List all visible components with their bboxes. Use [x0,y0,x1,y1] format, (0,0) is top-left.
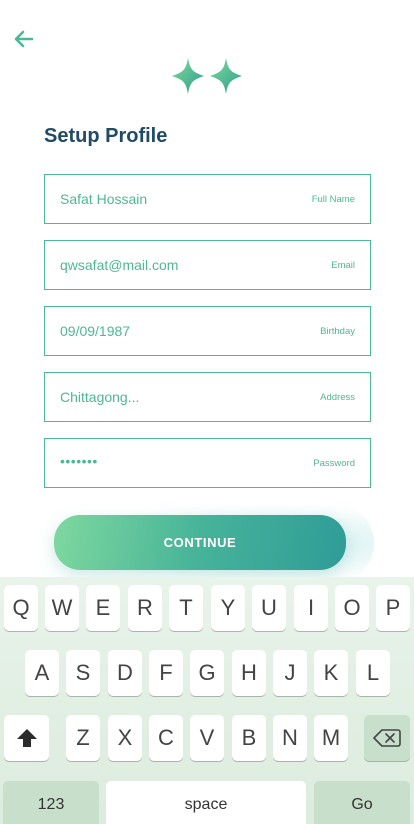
password-field[interactable]: ••••••• Password [44,438,371,488]
key-h[interactable]: H [232,650,266,696]
app-logo [168,57,246,95]
backspace-key[interactable] [364,715,410,761]
key-i[interactable]: I [294,585,328,631]
key-x[interactable]: X [108,715,142,761]
key-g[interactable]: G [190,650,224,696]
key-p[interactable]: P [376,585,410,631]
key-r[interactable]: R [128,585,162,631]
address-field[interactable]: Chittagong... Address [44,372,371,422]
key-k[interactable]: K [314,650,348,696]
key-y[interactable]: Y [211,585,245,631]
back-button[interactable] [12,27,36,51]
space-key[interactable]: space [106,781,306,824]
password-label: Password [313,458,355,469]
backspace-icon [373,729,401,747]
email-value: qwsafat@mail.com [60,257,179,273]
key-e[interactable]: E [86,585,120,631]
password-value: ••••••• [60,453,98,469]
email-field[interactable]: qwsafat@mail.com Email [44,240,371,290]
on-screen-keyboard: Q W E R T Y U I O P A S D F G H J K L Z … [0,577,414,824]
key-n[interactable]: N [273,715,307,761]
sparkle-logo-icon [172,58,242,94]
key-t[interactable]: T [169,585,203,631]
continue-button[interactable]: CONTINUE [54,515,346,570]
full-name-value: Safat Hossain [60,191,148,207]
key-u[interactable]: U [252,585,286,631]
address-value: Chittagong... [60,389,140,405]
key-s[interactable]: S [66,650,100,696]
key-l[interactable]: L [356,650,390,696]
shift-key[interactable] [4,715,49,761]
full-name-field[interactable]: Safat Hossain Full Name [44,174,371,224]
key-j[interactable]: J [273,650,307,696]
address-label: Address [320,392,355,403]
numbers-key[interactable]: 123 [3,781,99,824]
key-f[interactable]: F [149,650,183,696]
email-label: Email [331,260,355,271]
full-name-label: Full Name [311,194,355,205]
key-d[interactable]: D [108,650,142,696]
key-m[interactable]: M [314,715,348,761]
shift-up-arrow-icon [16,729,37,747]
birthday-label: Birthday [320,326,355,337]
go-key[interactable]: Go [314,781,410,824]
page-title: Setup Profile [44,125,168,147]
key-z[interactable]: Z [66,715,100,761]
birthday-field[interactable]: 09/09/1987 Birthday [44,306,371,356]
key-o[interactable]: O [335,585,369,631]
arrow-left-icon [14,30,34,48]
key-v[interactable]: V [190,715,224,761]
key-c[interactable]: C [149,715,183,761]
birthday-value: 09/09/1987 [60,323,131,339]
key-w[interactable]: W [45,585,79,631]
key-q[interactable]: Q [4,585,38,631]
key-b[interactable]: B [232,715,266,761]
key-a[interactable]: A [25,650,59,696]
